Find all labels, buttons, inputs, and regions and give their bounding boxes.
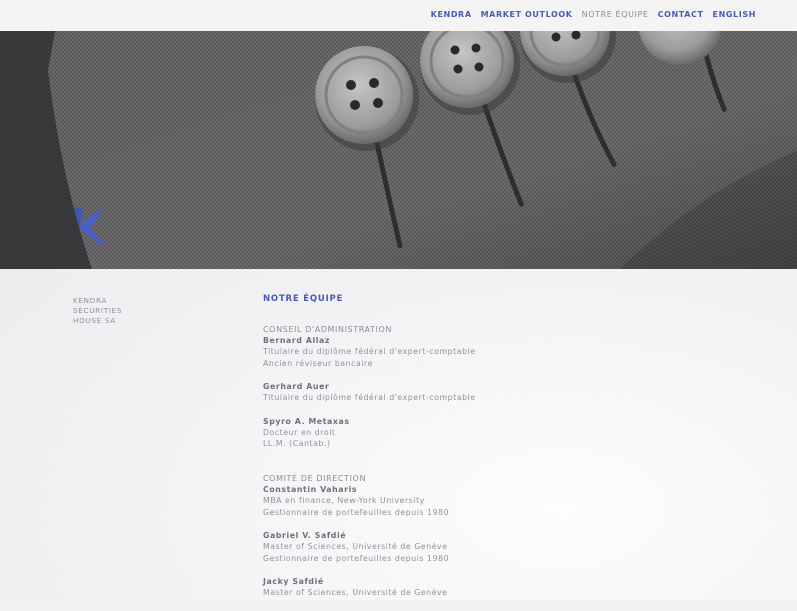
- member-credential: LL.M. (Cantab.): [263, 439, 331, 448]
- member-entry: Jacky Safdié Master of Sciences, Univers…: [263, 576, 563, 599]
- member-name: Constantin Vaharis: [263, 485, 358, 494]
- member-name: Gerhard Auer: [263, 382, 330, 391]
- jacket-sleeve-buttons-photo: [0, 31, 797, 269]
- member-credential: Docteur en droit: [263, 427, 336, 437]
- nav-item-kendra[interactable]: KENDRA: [431, 10, 472, 19]
- member-entry: Constantin Vaharis MBA en finance, New-Y…: [263, 484, 563, 518]
- main-nav: KENDRA MARKET OUTLOOK NOTRE ÉQUIPE CONTA…: [431, 10, 756, 19]
- nav-item-english[interactable]: ENGLISH: [713, 10, 756, 19]
- member-name: Gabriel V. Safdié: [263, 531, 347, 540]
- company-name-line: HOUSE SA: [73, 316, 116, 325]
- company-name-line: SECURITIES: [73, 306, 123, 315]
- member-name: Spyro A. Metaxas: [263, 416, 350, 426]
- hero-banner-image: [0, 31, 797, 269]
- member-entry: Bernard Allaz Titulaire du diplôme fédér…: [263, 335, 563, 369]
- member-entry: Gerhard Auer Titulaire du diplôme fédéra…: [263, 381, 563, 404]
- section-title: CONSEIL D'ADMINISTRATION: [263, 325, 392, 334]
- member-credential: Titulaire du diplôme fédéral d'expert-co…: [263, 393, 476, 402]
- company-name-line: KENDRA: [73, 296, 107, 305]
- member-credential: Master of Sciences, Université de Genève: [263, 542, 448, 551]
- member-credential: MBA en finance, New-York University: [263, 496, 425, 505]
- section-title: COMITÉ DE DIRECTION: [263, 474, 367, 483]
- member-credential: Gestionnaire de portefeuilles depuis 198…: [263, 507, 450, 517]
- nav-item-market-outlook[interactable]: MARKET OUTLOOK: [481, 10, 573, 19]
- member-entry: Spyro A. Metaxas Docteur en droit LL.M. …: [263, 416, 563, 450]
- member-credential: Gestionnaire de portefeuilles depuis 198…: [263, 553, 450, 563]
- member-entry: Gabriel V. Safdié Master of Sciences, Un…: [263, 530, 563, 564]
- member-name: Bernard Allaz: [263, 336, 331, 345]
- nav-item-contact[interactable]: CONTACT: [658, 10, 704, 19]
- top-navigation-bar: KENDRA MARKET OUTLOOK NOTRE ÉQUIPE CONTA…: [0, 0, 797, 31]
- member-credential: Titulaire du diplôme fédéral d'expert-co…: [263, 347, 476, 356]
- page-title: NOTRE ÉQUIPE: [263, 294, 344, 304]
- member-credential: Master of Sciences, Université de Genève: [263, 588, 448, 597]
- executive-committee-section: COMITÉ DE DIRECTION Constantin Vaharis M…: [263, 473, 563, 611]
- board-of-directors-section: CONSEIL D'ADMINISTRATION Bernard Allaz T…: [263, 324, 563, 462]
- company-name: KENDRA SECURITIES HOUSE SA: [73, 296, 133, 326]
- nav-item-notre-equipe[interactable]: NOTRE ÉQUIPE: [582, 10, 649, 19]
- member-credential: Ancien réviseur bancaire: [263, 358, 373, 368]
- member-name: Jacky Safdié: [263, 577, 324, 586]
